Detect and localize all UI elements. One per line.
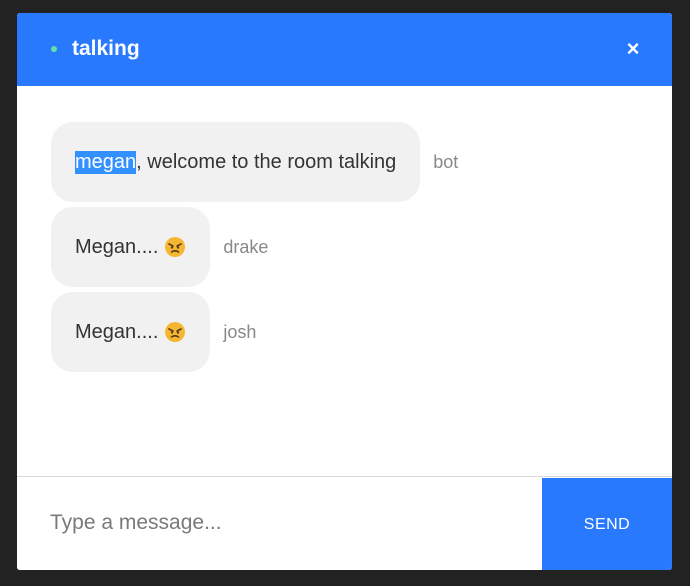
- mention-highlight: megan: [75, 150, 137, 174]
- message-bubble: Megan....: [51, 292, 211, 372]
- message-item: megan, welcome to the room talking bot: [51, 122, 458, 202]
- message-composer: SEND: [17, 476, 672, 570]
- message-sender: bot: [433, 151, 459, 172]
- send-button[interactable]: SEND: [542, 478, 672, 570]
- chat-window: talking × megan, welcome to the room tal…: [17, 13, 672, 570]
- message-bubble: megan, welcome to the room talking: [51, 122, 421, 202]
- room-title: talking: [72, 37, 140, 60]
- chat-header: talking ×: [17, 13, 672, 86]
- close-button[interactable]: ×: [617, 35, 649, 63]
- online-status-icon: [51, 46, 57, 52]
- angry-face-icon: [165, 237, 186, 257]
- angry-face-icon: [165, 322, 186, 342]
- message-input[interactable]: [17, 477, 542, 569]
- message-list: megan, welcome to the room talking bot M…: [17, 86, 672, 476]
- message-sender: drake: [223, 236, 269, 257]
- message-item: Megan.... josh: [51, 292, 256, 372]
- message-text: , welcome to the room talking: [136, 150, 397, 173]
- message-sender: josh: [223, 321, 257, 342]
- message-bubble: Megan....: [51, 207, 211, 287]
- message-item: Megan.... drake: [51, 207, 268, 287]
- message-text: Megan....: [75, 235, 159, 258]
- message-text: Megan....: [75, 320, 159, 343]
